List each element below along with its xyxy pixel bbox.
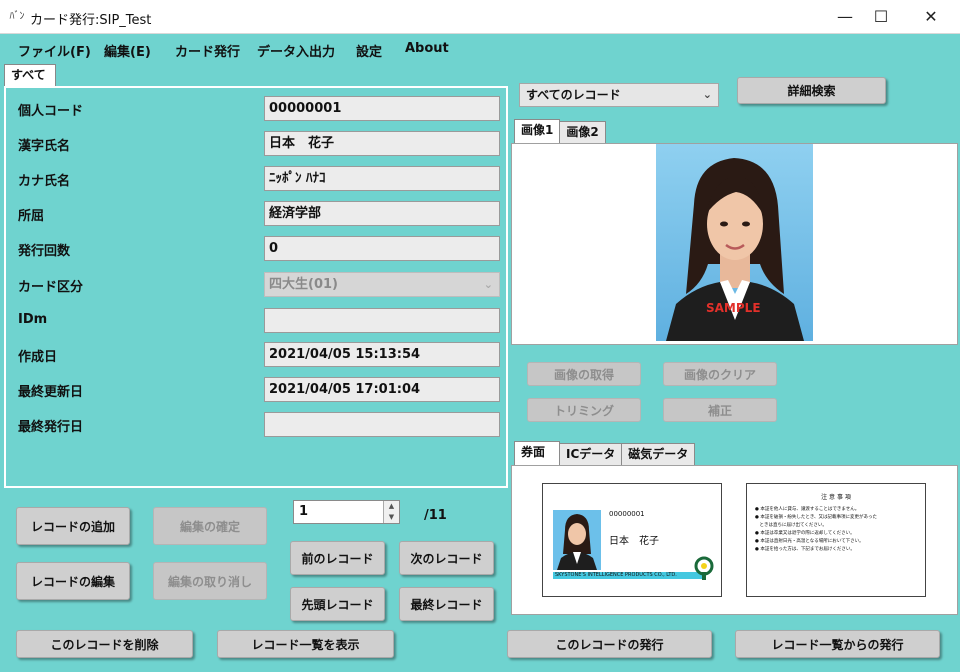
window-title: カード発行:SIP_Test	[30, 13, 152, 28]
menu-data-io[interactable]: データ入出力	[257, 41, 335, 60]
menu-edit[interactable]: 編集(E)	[104, 41, 151, 60]
note-line: ● 本証を他人に貸与、譲渡することはできません。	[755, 507, 860, 512]
label-kanji-name: 漢字氏名	[18, 139, 71, 154]
portrait-photo: SAMPLE	[656, 144, 813, 341]
note-line: ● 本証は卒業又は退学の際に返却してください。	[755, 531, 855, 536]
updated-date-field[interactable]: 2021/04/05 17:01:04	[264, 377, 500, 402]
app-icon: ﾊﾞﾝ	[9, 11, 25, 22]
kanji-name-field[interactable]: 日本 花子	[264, 131, 500, 156]
kana-name-field[interactable]: ﾆｯﾎﾟﾝ ﾊﾅｺ	[264, 166, 500, 191]
label-updated-date: 最終更新日	[18, 385, 84, 400]
tab-card-face[interactable]: 券面	[514, 441, 561, 465]
chevron-down-icon: ⌄	[702, 88, 712, 101]
trimming-button[interactable]: トリミング	[527, 398, 641, 422]
record-filter-select[interactable]: すべてのレコード ⌄	[519, 83, 719, 107]
close-button[interactable]: ✕	[908, 0, 954, 34]
edit-record-button[interactable]: レコードの編集	[16, 562, 130, 600]
card-back-notes: ● 本証を他人に貸与、譲渡することはできません。 ● 本証を破損・紛失したとき、…	[755, 506, 923, 554]
issue-from-list-button[interactable]: レコード一覧からの発行	[735, 630, 940, 658]
record-number-stepper[interactable]: 1 ▲ ▼	[293, 500, 400, 524]
record-total: /11	[424, 508, 447, 523]
card-id: 00000001	[609, 510, 645, 518]
card-tabs: 券面 ICデータ 磁気データ	[514, 441, 696, 465]
note-line: ときは直ちに届け出てください。	[755, 523, 827, 528]
detail-search-button[interactable]: 詳細検索	[737, 77, 886, 104]
maximize-button[interactable]: ☐	[858, 0, 904, 34]
label-created-date: 作成日	[18, 350, 58, 365]
note-line: ● 本証を拾った方は、下記までお届けください。	[755, 547, 855, 552]
label-issue-count: 発行回数	[18, 244, 71, 259]
delete-record-button[interactable]: このレコードを削除	[16, 630, 193, 658]
last-issued-date-field[interactable]	[264, 412, 500, 437]
note-line: ● 本証は直射日光・高温となる場所において下さい。	[755, 539, 864, 544]
affiliation-field[interactable]: 経済学部	[264, 201, 500, 226]
sample-watermark: SAMPLE	[706, 301, 761, 315]
card-back-preview: 注 意 事 項 ● 本証を他人に貸与、譲渡することはできません。 ● 本証を破損…	[746, 483, 926, 597]
next-record-button[interactable]: 次のレコード	[399, 541, 494, 575]
menu-bar: ファイル(F) 編集(E) カード発行 データ入出力 設定 About	[0, 34, 960, 62]
spin-arrows-icon[interactable]: ▲ ▼	[383, 501, 399, 523]
tab-ic-data[interactable]: ICデータ	[559, 443, 623, 465]
label-card-type: カード区分	[18, 280, 84, 295]
show-record-list-button[interactable]: レコード一覧を表示	[217, 630, 394, 658]
card-name: 日本 花子	[609, 536, 659, 547]
record-number-value: 1	[299, 504, 309, 519]
prev-record-button[interactable]: 前のレコード	[290, 541, 385, 575]
correction-button[interactable]: 補正	[663, 398, 777, 422]
get-image-button[interactable]: 画像の取得	[527, 362, 641, 386]
card-type-value: 四大生(01)	[269, 277, 338, 292]
card-photo	[553, 510, 601, 570]
image-tabs: 画像1 画像2	[514, 119, 606, 143]
tab-all[interactable]: すべて	[4, 64, 56, 86]
clear-image-button[interactable]: 画像のクリア	[663, 362, 777, 386]
label-last-issued-date: 最終発行日	[18, 420, 84, 435]
issue-count-field[interactable]: 0	[264, 236, 500, 261]
card-company-strip: SKYSTONE'S INTELLIGENCE PRODUCTS CO., LT…	[553, 572, 703, 579]
menu-about[interactable]: About	[405, 41, 449, 56]
note-line: ● 本証を破損・紛失したとき、又は記載事項に変更があった	[755, 515, 878, 520]
label-kana-name: カナ氏名	[18, 174, 71, 189]
label-idm: IDm	[18, 312, 48, 327]
title-bar: ﾊﾞﾝ カード発行:SIP_Test — ☐ ✕	[0, 0, 960, 34]
issue-this-record-button[interactable]: このレコードの発行	[507, 630, 712, 658]
label-affiliation: 所屈	[18, 209, 45, 224]
tab-image-1[interactable]: 画像1	[514, 119, 561, 143]
personal-code-field[interactable]: 00000001	[264, 96, 500, 121]
first-record-button[interactable]: 先頭レコード	[290, 587, 385, 621]
tab-magnetic-data[interactable]: 磁気データ	[621, 443, 696, 465]
card-front-preview: 00000001 日本 花子 SKYSTONE'S INTELLIGENCE P…	[542, 483, 722, 597]
chevron-down-icon: ⌄	[483, 278, 493, 291]
menu-card-issue[interactable]: カード発行	[175, 41, 240, 60]
record-form-panel: 個人コード 00000001 漢字氏名 日本 花子 カナ氏名 ﾆｯﾎﾟﾝ ﾊﾅｺ…	[4, 86, 508, 488]
record-filter-value: すべてのレコード	[526, 88, 621, 102]
menu-file[interactable]: ファイル(F)	[18, 41, 91, 60]
idm-field[interactable]	[264, 308, 500, 333]
confirm-edit-button[interactable]: 編集の確定	[153, 507, 267, 545]
card-back-heading: 注 意 事 項	[821, 494, 851, 501]
menu-settings[interactable]: 設定	[356, 41, 382, 60]
label-personal-code: 個人コード	[18, 104, 84, 119]
add-record-button[interactable]: レコードの追加	[16, 507, 130, 545]
last-record-button[interactable]: 最終レコード	[399, 587, 494, 621]
card-type-select[interactable]: 四大生(01) ⌄	[264, 272, 500, 297]
tab-image-2[interactable]: 画像2	[559, 121, 606, 143]
cancel-edit-button[interactable]: 編集の取り消し	[153, 562, 267, 600]
company-logo-icon	[694, 556, 714, 580]
created-date-field[interactable]: 2021/04/05 15:13:54	[264, 342, 500, 367]
